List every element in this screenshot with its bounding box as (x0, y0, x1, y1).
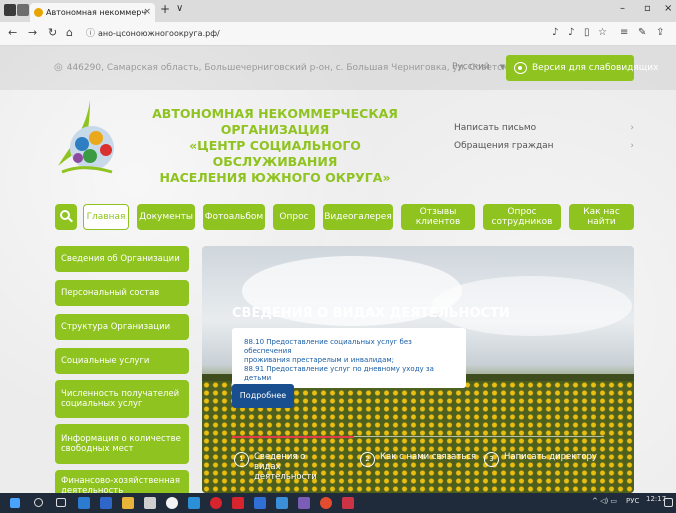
browser-tab-bar: Автономная некоммерч × + ∨ – ▫ × (0, 0, 676, 22)
tab-close-icon[interactable]: × (143, 3, 151, 22)
write-letter-label: Написать письмо (454, 123, 537, 133)
share-icon[interactable]: ⇪ (656, 27, 664, 38)
forward-button[interactable]: → (28, 26, 37, 39)
slide-number: 1 (234, 452, 249, 467)
app-icon[interactable] (342, 497, 354, 509)
menu-video-gallery[interactable]: Видеогалерея (323, 204, 393, 230)
app-icon[interactable] (276, 497, 288, 509)
menu-staff-survey[interactable]: Опрос сотрудников (483, 204, 561, 230)
reading-view-icon[interactable]: ▯ (584, 27, 590, 38)
slide-label: Написать директору (504, 452, 597, 462)
yandex-icon[interactable] (166, 497, 178, 509)
tray-icons[interactable]: ^ ◁) ▭ (592, 497, 617, 505)
task-view-icon[interactable] (56, 498, 66, 507)
slider-progress-line (232, 436, 354, 438)
org-title-line: «ЦЕНТР СОЦИАЛЬНОГО ОБСЛУЖИВАНИЯ (189, 138, 361, 169)
citizen-appeals-label: Обращения граждан (454, 141, 554, 151)
mail-icon[interactable] (78, 497, 90, 509)
window-restore-button[interactable]: ▫ (644, 3, 651, 14)
write-letter-link[interactable]: Написать письмо › (454, 123, 634, 133)
browser-menu-icon[interactable] (4, 4, 16, 16)
translate-icon[interactable]: ♪ (568, 27, 574, 38)
pen-icon[interactable]: ✎ (638, 27, 646, 38)
sidebar-item-finance[interactable]: Финансово-хозяйственная деятельность (55, 470, 189, 493)
search-icon-handle (68, 217, 73, 223)
opera-icon[interactable] (210, 497, 222, 509)
slide-label: Как с нами связаться (380, 452, 477, 462)
home-button[interactable]: ⌂ (66, 26, 73, 39)
sidebar-item-org-info[interactable]: Сведения об Организации (55, 246, 189, 272)
menu-survey[interactable]: Опрос (273, 204, 315, 230)
sidebar-item-structure[interactable]: Структура Организации (55, 314, 189, 340)
banner-title: СВЕДЕНИЯ О ВИДАХ ДЕЯТЕЛЬНОСТИ (232, 306, 510, 321)
chevron-right-icon: › (630, 123, 634, 133)
window-close-button[interactable]: × (664, 3, 672, 14)
tab-title: Автономная некоммерч (46, 8, 147, 17)
location-pin-icon: ◎ (54, 62, 63, 73)
slide-number: 3 (484, 452, 499, 467)
page-content: ◎ 446290, Самарская область, Большечерниг… (0, 46, 676, 493)
windows-start-icon[interactable] (10, 498, 20, 508)
tab-dropdown-icon[interactable]: ∨ (176, 3, 183, 14)
app-icon[interactable] (298, 497, 310, 509)
pdf-icon[interactable] (232, 497, 244, 509)
app-icon[interactable] (188, 497, 200, 509)
chevron-down-icon: ▼ (499, 63, 506, 71)
refresh-button[interactable]: ↻ (48, 26, 57, 39)
read-aloud-icon[interactable]: ♪ (552, 27, 558, 38)
banner-card-line: проживания престарелым и инвалидам; (244, 356, 395, 364)
org-logo[interactable] (52, 96, 134, 180)
banner-card-line: 88.10 Предоставление социальных услуг бе… (244, 338, 412, 355)
windows-taskbar: ^ ◁) ▭ РУС 12:17 (0, 493, 676, 513)
url-field[interactable]: ⓘ ано-цсоноюжногоокруга.рф/ (84, 26, 544, 42)
site-info-icon[interactable]: ⓘ (86, 26, 95, 42)
site-favicon-icon (34, 8, 43, 17)
chevron-right-icon: › (630, 141, 634, 151)
sidebar-item-social-services[interactable]: Социальные услуги (55, 348, 189, 374)
sidebar-item-recipients-count[interactable]: Численность получателей социальных услуг (55, 380, 189, 418)
eye-icon (514, 62, 527, 74)
org-title-line: НАСЕЛЕНИЯ ЮЖНОГО ОКРУГА» (159, 170, 391, 185)
app-icon[interactable] (320, 497, 332, 509)
more-button[interactable]: Подробнее (232, 384, 294, 408)
favorite-star-icon[interactable]: ☆ (598, 27, 607, 38)
accessibility-version-button[interactable]: Версия для слабовидящих (506, 55, 658, 81)
browser-app-icon[interactable] (100, 497, 112, 509)
language-value: Русский (452, 62, 490, 72)
word-icon[interactable] (254, 497, 266, 509)
menu-photo-album[interactable]: Фотоальбом (203, 204, 265, 230)
browser-address-bar: ← → ↻ ⌂ ⓘ ано-цсоноюжногоокруга.рф/ ♪ ♪ … (0, 22, 676, 46)
menu-home[interactable]: Главная (83, 204, 129, 230)
window-minimize-button[interactable]: – (620, 3, 625, 14)
new-tab-button[interactable]: + (160, 2, 170, 16)
org-title: АВТОНОМНАЯ НЕКОММЕРЧЕСКАЯ ОРГАНИЗАЦИЯ «Ц… (135, 106, 415, 186)
banner-card: 88.10 Предоставление социальных услуг бе… (232, 328, 466, 388)
language-select[interactable]: Русский ▼ (452, 62, 505, 72)
notifications-icon[interactable] (664, 498, 673, 507)
browser-tab[interactable]: Автономная некоммерч × (30, 3, 155, 22)
org-title-line: АВТОНОМНАЯ НЕКОММЕРЧЕСКАЯ ОРГАНИЗАЦИЯ (152, 106, 398, 137)
search-button[interactable] (55, 204, 77, 230)
search-icon[interactable] (34, 498, 43, 507)
banner-card-line: 88.91 Предоставление услуг по дневному у… (244, 365, 434, 382)
url-text: ано-цсоноюжногоокруга.рф/ (98, 29, 220, 38)
slider-track-line (354, 436, 604, 437)
tab-actions-icon[interactable] (17, 4, 29, 16)
back-button[interactable]: ← (8, 26, 17, 39)
accessibility-label: Версия для слабовидящих (532, 63, 659, 73)
citizen-appeals-link[interactable]: Обращения граждан › (454, 141, 634, 151)
slide-label: Сведения о видах деятельности (254, 452, 317, 482)
input-language[interactable]: РУС (626, 497, 639, 505)
sidebar-item-staff[interactable]: Персональный состав (55, 280, 189, 306)
menu-documents[interactable]: Документы (137, 204, 195, 230)
hero-banner: СВЕДЕНИЯ О ВИДАХ ДЕЯТЕЛЬНОСТИ 88.10 Пред… (202, 246, 634, 493)
slide-number: 2 (360, 452, 375, 467)
store-icon[interactable] (144, 497, 156, 509)
explorer-icon[interactable] (122, 497, 134, 509)
favorites-hub-icon[interactable]: ≡ (620, 27, 628, 38)
menu-find-us[interactable]: Как нас найти (569, 204, 634, 230)
menu-client-reviews[interactable]: Отзывы клиентов (401, 204, 475, 230)
sidebar-item-free-places[interactable]: Информация о количестве свободных мест (55, 424, 189, 464)
